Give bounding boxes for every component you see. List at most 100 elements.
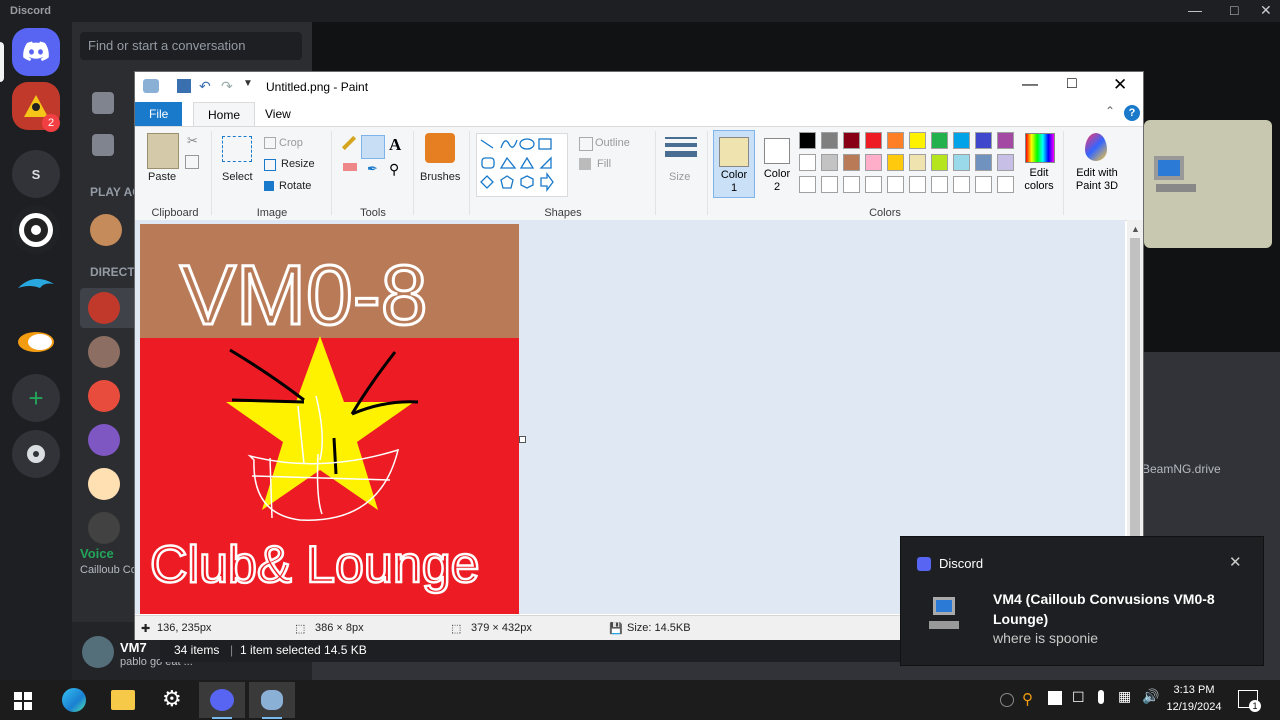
palette-swatch[interactable] [799,132,816,149]
collapse-ribbon-icon[interactable]: ⌃ [1105,104,1115,118]
brushes-button[interactable]: Brushes [420,171,460,183]
avatar[interactable] [88,424,120,456]
microphone-icon[interactable] [1098,690,1104,704]
magnifier-icon[interactable]: ⚲ [389,161,399,178]
palette-swatch[interactable] [931,132,948,149]
pencil-icon[interactable] [341,135,357,151]
palette-swatch[interactable] [975,132,992,149]
help-icon[interactable]: ? [1124,105,1140,121]
fill-button[interactable]: Fill [597,158,611,170]
canvas-resize-handle[interactable] [519,436,526,443]
save-icon[interactable] [177,79,191,93]
user-avatar[interactable] [82,636,114,668]
avatar[interactable] [88,380,120,412]
palette-swatch[interactable] [997,154,1014,171]
resize-button[interactable]: Resize [281,158,315,170]
palette-swatch[interactable] [931,176,948,193]
server-newo-icon[interactable] [12,318,60,366]
tab-view[interactable]: View [251,102,305,126]
minimize-button[interactable]: — [1188,2,1202,18]
avatar[interactable] [88,336,120,368]
tab-file[interactable]: File [135,102,183,126]
palette-swatch[interactable] [909,154,926,171]
palette-swatch[interactable] [953,132,970,149]
server-s[interactable]: S [12,150,60,198]
defender-icon[interactable] [1048,691,1062,705]
avatar[interactable] [88,468,120,500]
search-input[interactable]: Find or start a conversation [80,32,302,60]
toast-close-icon[interactable]: ✕ [1229,553,1242,571]
crop-button[interactable]: Crop [279,137,303,149]
edit-with-paint3d-button[interactable]: Edit with Paint 3D [1069,167,1125,193]
tray-search-icon[interactable]: ⚲ [1022,690,1033,708]
palette-swatch[interactable] [953,176,970,193]
undo-icon[interactable]: ↶ [199,78,211,95]
avatar[interactable] [88,292,120,324]
palette-swatch[interactable] [843,154,860,171]
friends-icon[interactable] [92,92,114,114]
palette-swatch[interactable] [997,176,1014,193]
palette-swatch[interactable] [843,132,860,149]
paint-maximize-button[interactable]: □ [1067,75,1077,93]
avatar[interactable] [90,214,122,246]
text-tool-icon[interactable]: A [389,135,401,155]
taskbar-discord-button[interactable] [199,682,245,719]
cut-icon[interactable]: ✂ [187,133,198,149]
drawing-canvas[interactable]: VM0-8 Club& Lounge [140,224,519,614]
paste-button[interactable]: Paste [148,171,176,183]
tray-app-icon[interactable] [1000,693,1014,707]
clock-date[interactable]: 12/19/2024 [1166,701,1222,713]
select-button[interactable]: Select [222,171,253,183]
color-picker-icon[interactable]: ✒ [367,161,378,177]
size-button[interactable]: Size [669,171,690,183]
palette-swatch[interactable] [887,154,904,171]
edge-icon[interactable] [62,688,86,712]
file-explorer-icon[interactable] [111,690,135,710]
shapes-gallery[interactable] [476,133,568,197]
palette-swatch[interactable] [799,154,816,171]
paint-minimize-button[interactable]: — [1022,76,1038,94]
palette-swatch[interactable] [997,132,1014,149]
palette-swatch[interactable] [909,132,926,149]
color1-selector[interactable]: Color 1 [713,130,755,198]
start-icon[interactable] [14,692,32,710]
palette-swatch[interactable] [821,176,838,193]
qat-dropdown-icon[interactable]: ▼ [243,78,253,89]
fill-bucket-icon[interactable] [361,135,385,159]
nitro-icon[interactable] [92,134,114,156]
settings-icon[interactable]: ⚙ [162,686,182,712]
maximize-button[interactable]: □ [1230,2,1238,18]
palette-swatch[interactable] [821,132,838,149]
paste-icon[interactable] [147,133,179,169]
palette-swatch[interactable] [843,176,860,193]
server-obs-icon[interactable] [12,206,60,254]
discord-home-icon[interactable] [12,28,60,76]
tab-home[interactable]: Home [193,102,256,126]
eraser-icon[interactable] [343,163,357,171]
palette-swatch[interactable] [821,154,838,171]
paint3d-icon[interactable] [1085,133,1107,161]
voice-channel-name[interactable]: Cailloub Co [80,564,137,576]
palette-swatch[interactable] [953,154,970,171]
server-dolphin-icon[interactable] [12,262,60,310]
palette-swatch[interactable] [865,132,882,149]
copy-icon[interactable] [185,155,199,169]
rotate-button[interactable]: Rotate [279,180,311,192]
palette-swatch[interactable] [975,176,992,193]
color2-selector[interactable]: Color 2 [757,130,797,196]
palette-swatch[interactable] [887,176,904,193]
paint-close-button[interactable]: ✕ [1113,75,1127,95]
palette-swatch[interactable] [887,132,904,149]
network-icon[interactable]: ▦ [1118,688,1131,705]
select-icon[interactable] [222,136,252,162]
lock-icon[interactable]: ☐ [1072,689,1085,706]
palette-swatch[interactable] [931,154,948,171]
palette-swatch[interactable] [975,154,992,171]
brushes-icon[interactable] [425,133,455,163]
volume-icon[interactable]: 🔊 [1142,688,1159,705]
outline-button[interactable]: Outline [595,137,630,149]
redo-icon[interactable]: ↷ [221,78,233,95]
edit-colors-button[interactable]: Edit colors [1019,167,1059,193]
size-icon[interactable] [665,137,697,157]
palette-swatch[interactable] [865,154,882,171]
